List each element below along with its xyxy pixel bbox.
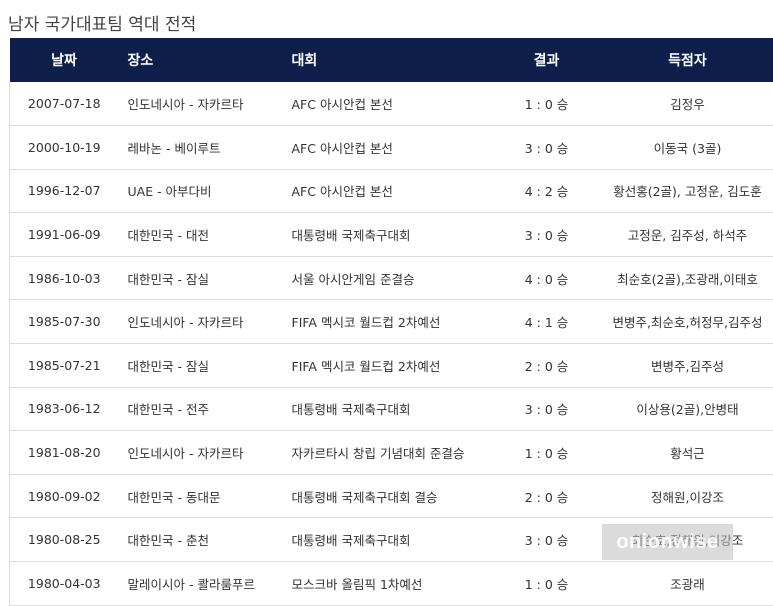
cell-result: 3 : 0 승 <box>492 126 602 170</box>
cell-venue: 인도네시아 - 자카르타 <box>119 300 283 344</box>
page-title: 남자 국가대표팀 역대 전적 <box>8 14 196 40</box>
cell-result: 2 : 0 승 <box>492 474 602 518</box>
cell-date: 1986-10-03 <box>10 256 119 300</box>
cell-competition: FIFA 멕시코 월드컵 2차예선 <box>283 343 492 387</box>
cell-date: 1981-08-20 <box>10 431 119 475</box>
cell-venue: 대한민국 - 잠실 <box>119 256 283 300</box>
table-row: 1980-04-03 말레이시아 - 콸라룸푸르 모스크바 올림픽 1차예선 1… <box>10 561 773 605</box>
cell-scorers: 이동국 (3골) <box>602 126 773 170</box>
header-scorers: 득점자 <box>602 38 773 82</box>
cell-venue: 레바논 - 베이루트 <box>119 126 283 170</box>
cell-date: 1980-04-03 <box>10 561 119 605</box>
cell-scorers: 이상용(2골),안병태 <box>602 387 773 431</box>
cell-competition: AFC 아시안컵 본선 <box>283 82 492 126</box>
table-row: 1985-07-30 인도네시아 - 자카르타 FIFA 멕시코 월드컵 2차예… <box>10 300 773 344</box>
cell-date: 1980-09-02 <box>10 474 119 518</box>
cell-date: 2000-10-19 <box>10 126 119 170</box>
cell-scorers: 최순호(2골),조광래,이태호 <box>602 256 773 300</box>
cell-scorers: 황석근 <box>602 431 773 475</box>
cell-result: 4 : 1 승 <box>492 300 602 344</box>
results-table: 날짜 장소 대회 결과 득점자 2007-07-18 인도네시아 - 자카르타 … <box>9 38 773 606</box>
header-competition: 대회 <box>283 38 492 82</box>
cell-venue: 인도네시아 - 자카르타 <box>119 82 283 126</box>
cell-competition: 대통령배 국제축구대회 <box>283 213 492 257</box>
cell-date: 1985-07-21 <box>10 343 119 387</box>
cell-venue: UAE - 아부다비 <box>119 169 283 213</box>
cell-date: 1996-12-07 <box>10 169 119 213</box>
cell-scorers: 조광래 <box>602 561 773 605</box>
cell-competition: AFC 아시안컵 본선 <box>283 126 492 170</box>
table-row: 1981-08-20 인도네시아 - 자카르타 자카르타시 창립 기념대회 준결… <box>10 431 773 475</box>
cell-scorers: 황선홍(2골), 고정운, 김도훈 <box>602 169 773 213</box>
header-result: 결과 <box>492 38 602 82</box>
cell-competition: 모스크바 올림픽 1차예선 <box>283 561 492 605</box>
table-row: 2007-07-18 인도네시아 - 자카르타 AFC 아시안컵 본선 1 : … <box>10 82 773 126</box>
table-row: 1986-10-03 대한민국 - 잠실 서울 아시안게임 준결승 4 : 0 … <box>10 256 773 300</box>
table-row: 1980-09-02 대한민국 - 동대문 대통령배 국제축구대회 결승 2 :… <box>10 474 773 518</box>
cell-competition: 자카르타시 창립 기념대회 준결승 <box>283 431 492 475</box>
cell-competition: AFC 아시안컵 본선 <box>283 169 492 213</box>
cell-date: 2007-07-18 <box>10 82 119 126</box>
table-row: 2000-10-19 레바논 - 베이루트 AFC 아시안컵 본선 3 : 0 … <box>10 126 773 170</box>
cell-result: 3 : 0 승 <box>492 518 602 562</box>
table-row: 1985-07-21 대한민국 - 잠실 FIFA 멕시코 월드컵 2차예선 2… <box>10 343 773 387</box>
cell-result: 2 : 0 승 <box>492 343 602 387</box>
cell-scorers: 변병주,김주성 <box>602 343 773 387</box>
cell-result: 4 : 0 승 <box>492 256 602 300</box>
cell-scorers: 고정운, 김주성, 하석주 <box>602 213 773 257</box>
cell-scorers: 정해원,이강조 <box>602 474 773 518</box>
table-row: 1996-12-07 UAE - 아부다비 AFC 아시안컵 본선 4 : 2 … <box>10 169 773 213</box>
cell-date: 1991-06-09 <box>10 213 119 257</box>
cell-result: 1 : 0 승 <box>492 561 602 605</box>
cell-venue: 대한민국 - 잠실 <box>119 343 283 387</box>
cell-competition: FIFA 멕시코 월드컵 2차예선 <box>283 300 492 344</box>
cell-date: 1985-07-30 <box>10 300 119 344</box>
cell-competition: 대통령배 국제축구대회 <box>283 387 492 431</box>
cell-result: 3 : 0 승 <box>492 213 602 257</box>
cell-scorers: 김정우 <box>602 82 773 126</box>
cell-result: 1 : 0 승 <box>492 431 602 475</box>
cell-date: 1980-08-25 <box>10 518 119 562</box>
cell-venue: 대한민국 - 대전 <box>119 213 283 257</box>
header-venue: 장소 <box>119 38 283 82</box>
cell-competition: 대통령배 국제축구대회 결승 <box>283 474 492 518</box>
table-header-row: 날짜 장소 대회 결과 득점자 <box>10 38 773 82</box>
table-row: 1991-06-09 대한민국 - 대전 대통령배 국제축구대회 3 : 0 승… <box>10 213 773 257</box>
cell-venue: 대한민국 - 동대문 <box>119 474 283 518</box>
table-row: 1983-06-12 대한민국 - 전주 대통령배 국제축구대회 3 : 0 승… <box>10 387 773 431</box>
cell-date: 1983-06-12 <box>10 387 119 431</box>
header-date: 날짜 <box>10 38 119 82</box>
cell-result: 3 : 0 승 <box>492 387 602 431</box>
watermark: onionwise <box>602 524 733 560</box>
cell-competition: 대통령배 국제축구대회 <box>283 518 492 562</box>
cell-venue: 말레이시아 - 콸라룸푸르 <box>119 561 283 605</box>
cell-venue: 인도네시아 - 자카르타 <box>119 431 283 475</box>
cell-competition: 서울 아시안게임 준결승 <box>283 256 492 300</box>
cell-venue: 대한민국 - 전주 <box>119 387 283 431</box>
cell-venue: 대한민국 - 춘천 <box>119 518 283 562</box>
cell-scorers: 변병주,최순호,허정무,김주성 <box>602 300 773 344</box>
cell-result: 4 : 2 승 <box>492 169 602 213</box>
cell-result: 1 : 0 승 <box>492 82 602 126</box>
